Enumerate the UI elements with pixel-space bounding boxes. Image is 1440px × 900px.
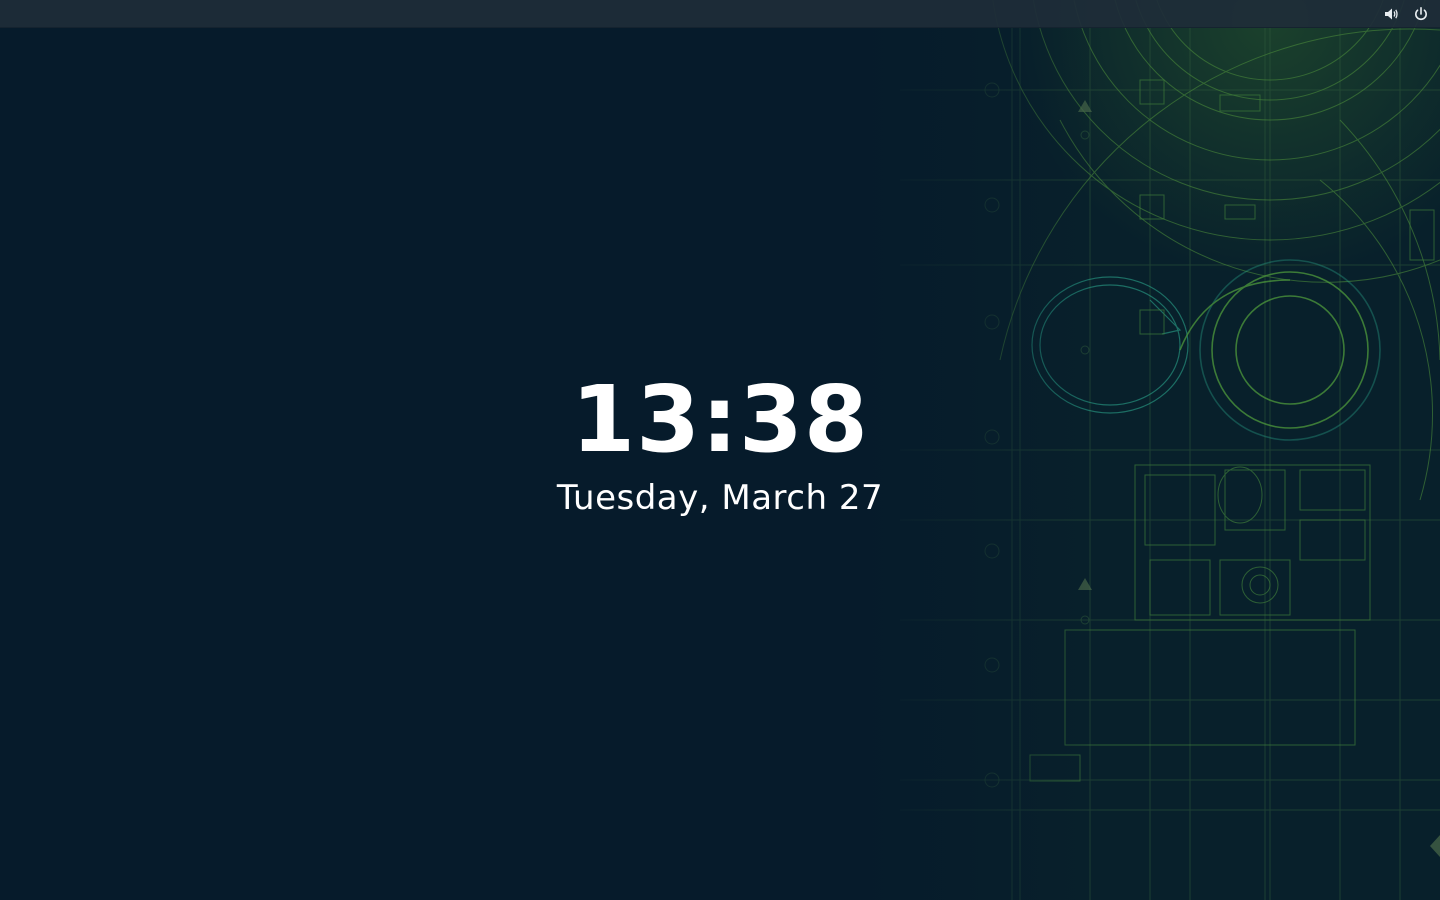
lock-screen[interactable]: 13:38 Tuesday, March 27: [0, 0, 1440, 900]
system-status-area[interactable]: [1382, 0, 1430, 27]
lock-screen-clock: 13:38 Tuesday, March 27: [0, 366, 1440, 519]
top-bar: [0, 0, 1440, 28]
power-icon[interactable]: [1412, 5, 1430, 23]
clock-time: 13:38: [571, 366, 869, 473]
volume-icon[interactable]: [1382, 5, 1400, 23]
clock-date: Tuesday, March 27: [556, 478, 884, 518]
